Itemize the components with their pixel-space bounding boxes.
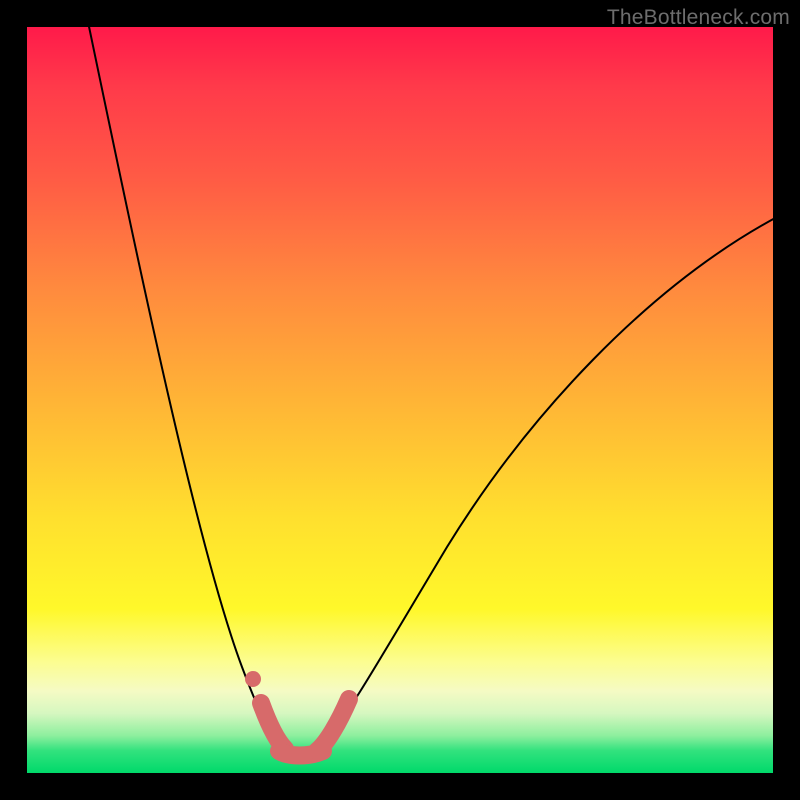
optimal-band-left [261, 703, 285, 749]
chart-plot-area [27, 27, 773, 773]
optimal-start-dot [245, 671, 261, 687]
watermark-text: TheBottleneck.com [607, 6, 790, 30]
curve-right-branch [325, 217, 777, 742]
optimal-band-right [317, 699, 349, 751]
curve-left-branch [87, 17, 279, 742]
bottleneck-curve-svg [27, 27, 773, 773]
